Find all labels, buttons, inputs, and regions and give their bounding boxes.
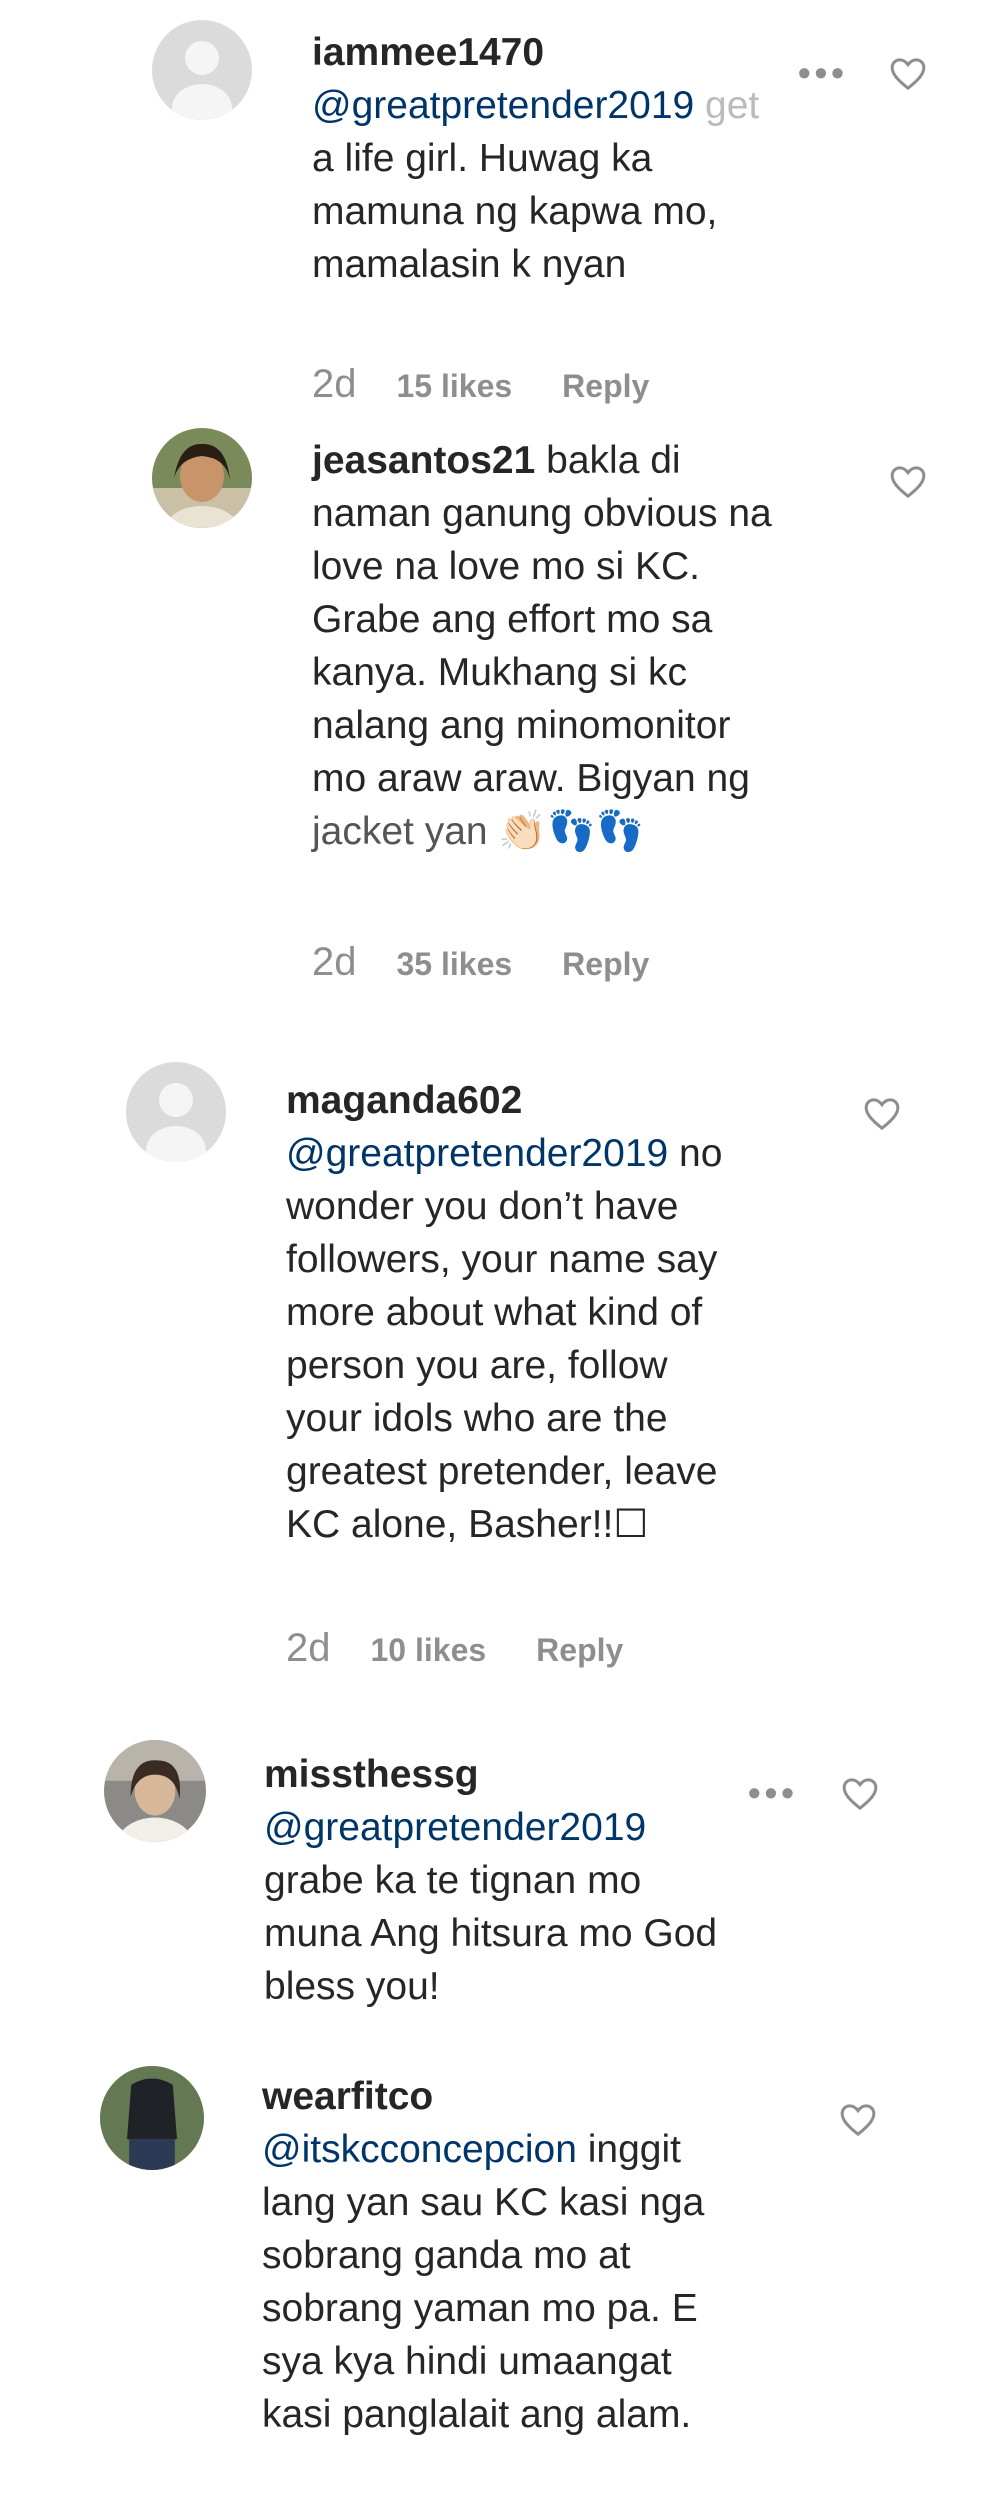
comment-meta: 2d 15 likes Reply — [312, 362, 649, 407]
comment-username[interactable]: maganda602 — [286, 1079, 522, 1122]
avatar[interactable] — [100, 2066, 204, 2170]
comment-username[interactable]: iammee1470 — [312, 31, 544, 74]
avatar-default[interactable] — [152, 20, 252, 120]
more-options-icon[interactable]: ••• — [748, 1772, 798, 1814]
mention-link[interactable]: @greatpretender2019 — [286, 1132, 668, 1175]
comment-time: 2d — [286, 1626, 331, 1670]
comment-text: maganda602 @greatpretender2019 no wonder… — [286, 1079, 723, 1546]
comment-username[interactable]: jeasantos21 — [312, 439, 535, 482]
heart-icon[interactable] — [888, 54, 928, 94]
reply-button[interactable]: Reply — [562, 946, 649, 982]
comment-meta: 2d 35 likes Reply — [312, 940, 649, 985]
avatar[interactable] — [104, 1740, 206, 1842]
avatar[interactable] — [152, 428, 252, 528]
mention-link[interactable]: @itskcconcepcion — [262, 2128, 577, 2171]
reply-button[interactable]: Reply — [562, 368, 649, 404]
heart-icon[interactable] — [862, 1094, 902, 1134]
comment-username[interactable]: wearfitco — [262, 2075, 433, 2118]
mention-link[interactable]: @greatpretender2019 — [312, 84, 694, 127]
comment-text: wearfitco @itskcconcepcion inggit lang y… — [262, 2075, 705, 2436]
mention-link[interactable]: @greatpretender2019 — [264, 1806, 646, 1849]
comment-text: jeasantos21 bakla di naman ganung obviou… — [312, 439, 772, 853]
likes-count[interactable]: 35 likes — [397, 946, 513, 982]
more-options-icon[interactable]: ••• — [798, 52, 848, 94]
comment-time: 2d — [312, 362, 357, 406]
comment-meta: 2d 10 likes Reply — [286, 1626, 623, 1671]
likes-count[interactable]: 15 likes — [397, 368, 513, 404]
comment-text: iammee1470 @greatpretender2019 get a lif… — [312, 31, 760, 286]
comment-text: missthessg @greatpretender2019 grabe ka … — [264, 1753, 718, 2008]
heart-icon[interactable] — [840, 1774, 880, 1814]
comment-username[interactable]: missthessg — [264, 1753, 479, 1796]
avatar-default[interactable] — [126, 1062, 226, 1162]
heart-icon[interactable] — [838, 2100, 878, 2140]
reply-button[interactable]: Reply — [536, 1632, 623, 1668]
likes-count[interactable]: 10 likes — [371, 1632, 487, 1668]
heart-icon[interactable] — [888, 462, 928, 502]
comment-time: 2d — [312, 940, 357, 984]
